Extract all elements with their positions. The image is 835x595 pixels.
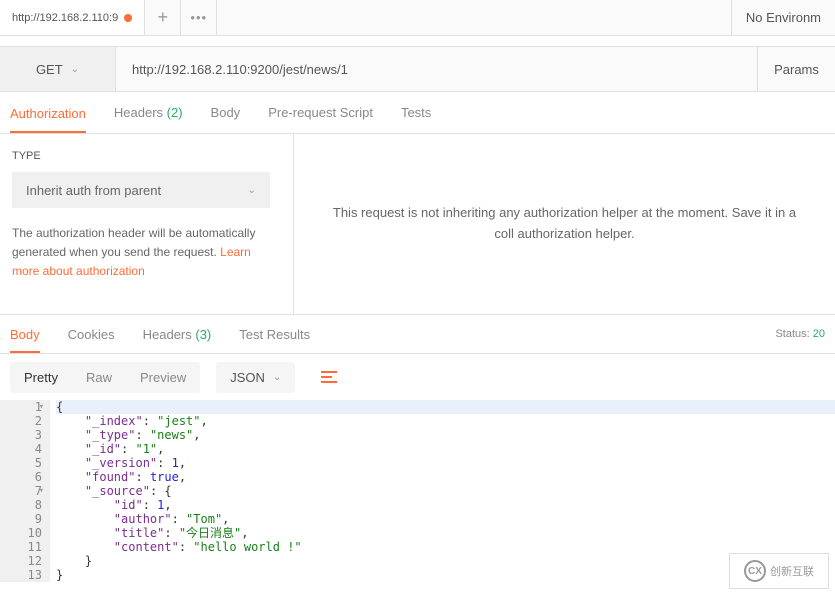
auth-type-label: TYPE [12, 150, 281, 162]
response-tabs: Body Cookies Headers (3) Test Results St… [0, 314, 835, 354]
url-input[interactable]: http://192.168.2.110:9200/jest/news/1 [116, 47, 757, 91]
chevron-down-icon: ⌄ [71, 64, 79, 75]
unsaved-dot-icon [124, 14, 132, 22]
chevron-down-icon: ⌄ [248, 185, 256, 196]
wrap-icon [321, 371, 337, 383]
code-content[interactable]: { "_index": "jest", "_type": "news", "_i… [50, 400, 835, 582]
add-tab-button[interactable]: + [145, 0, 181, 35]
tab-response-headers[interactable]: Headers (3) [143, 316, 212, 353]
tab-authorization[interactable]: Authorization [10, 94, 86, 133]
tab-bar: http://192.168.2.110:9 + ••• No Environm [0, 0, 835, 36]
response-code-area: 1▾234567▾8910111213 { "_index": "jest", … [0, 400, 835, 582]
auth-description: The authorization header will be automat… [12, 224, 281, 282]
watermark: CX 创新互联 [729, 553, 829, 589]
chevron-down-icon: ⌄ [273, 372, 281, 383]
body-format-group: Pretty Raw Preview [10, 362, 200, 393]
http-method-select[interactable]: GET ⌄ [0, 47, 116, 91]
tab-tests[interactable]: Tests [401, 93, 431, 132]
auth-right-panel: This request is not inheriting any autho… [294, 134, 835, 314]
tab-prerequest[interactable]: Pre-request Script [268, 93, 373, 132]
params-button[interactable]: Params [757, 47, 835, 91]
status-info: Status: 20 [775, 328, 825, 340]
wrap-lines-button[interactable] [311, 361, 347, 393]
tab-response-cookies[interactable]: Cookies [68, 316, 115, 353]
body-type-select[interactable]: JSON ⌄ [216, 362, 295, 393]
format-pretty[interactable]: Pretty [10, 362, 72, 393]
request-tabs: Authorization Headers (2) Body Pre-reque… [0, 92, 835, 134]
environment-selector[interactable]: No Environm [731, 0, 835, 35]
auth-section: TYPE Inherit auth from parent ⌄ The auth… [0, 134, 835, 314]
watermark-logo-icon: CX [744, 560, 766, 582]
request-bar: GET ⌄ http://192.168.2.110:9200/jest/new… [0, 46, 835, 92]
format-raw[interactable]: Raw [72, 362, 126, 393]
code-gutter: 1▾234567▾8910111213 [0, 400, 50, 582]
tab-title: http://192.168.2.110:9 [12, 12, 118, 24]
tab-headers[interactable]: Headers (2) [114, 93, 183, 132]
format-preview[interactable]: Preview [126, 362, 200, 393]
auth-type-select[interactable]: Inherit auth from parent ⌄ [12, 172, 270, 208]
tab-body[interactable]: Body [211, 93, 241, 132]
auth-left-panel: TYPE Inherit auth from parent ⌄ The auth… [0, 134, 294, 314]
body-controls: Pretty Raw Preview JSON ⌄ [0, 354, 835, 400]
tab-response-testresults[interactable]: Test Results [239, 316, 310, 353]
request-tab[interactable]: http://192.168.2.110:9 [0, 0, 145, 35]
tab-response-body[interactable]: Body [10, 316, 40, 353]
tab-options-button[interactable]: ••• [181, 0, 217, 35]
